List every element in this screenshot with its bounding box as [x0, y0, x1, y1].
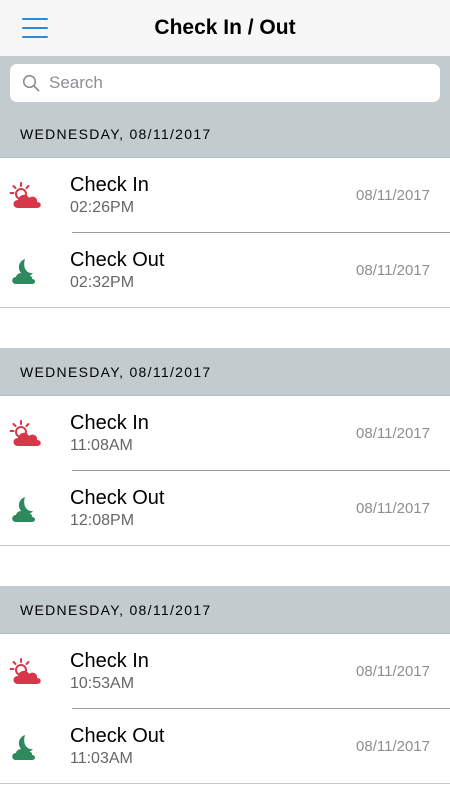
- sun-cloud-icon: [0, 181, 52, 211]
- entry-time: 11:03AM: [70, 750, 133, 767]
- moon-cloud-icon: [0, 256, 52, 286]
- entry-label: Check In: [70, 174, 149, 196]
- list-item[interactable]: Check In 02:26PM 08/11/2017: [0, 158, 450, 233]
- entry-date: 08/11/2017: [356, 425, 430, 442]
- entry-date: 08/11/2017: [356, 187, 430, 204]
- entry-date: 08/11/2017: [356, 738, 430, 755]
- entry-time: 11:08AM: [70, 437, 133, 454]
- section-header: WEDNESDAY, 08/11/2017: [0, 348, 450, 396]
- entry-time: 02:26PM: [70, 199, 135, 216]
- section-spacer: [0, 546, 450, 586]
- entry-label: Check Out: [70, 487, 165, 509]
- check-list: WEDNESDAY, 08/11/2017 Check In 02:26PM 0…: [0, 110, 450, 784]
- entry-label: Check Out: [70, 725, 165, 747]
- nav-bar: Check In / Out: [0, 0, 450, 56]
- section-header: WEDNESDAY, 08/11/2017: [0, 110, 450, 158]
- list-item[interactable]: Check Out 02:32PM 08/11/2017: [0, 233, 450, 308]
- list-item[interactable]: Check Out 12:08PM 08/11/2017: [0, 471, 450, 546]
- moon-cloud-icon: [0, 732, 52, 762]
- search-input[interactable]: [49, 73, 440, 93]
- entry-time: 12:08PM: [70, 512, 135, 529]
- entry-time: 10:53AM: [70, 675, 135, 692]
- list-item[interactable]: Check In 10:53AM 08/11/2017: [0, 634, 450, 709]
- row-divider: [0, 307, 450, 308]
- entry-time: 02:32PM: [70, 274, 135, 291]
- entry-label: Check In: [70, 650, 149, 672]
- search-bar: [0, 56, 450, 110]
- moon-cloud-icon: [0, 494, 52, 524]
- section-spacer: [0, 308, 450, 348]
- entry-date: 08/11/2017: [356, 500, 430, 517]
- entry-date: 08/11/2017: [356, 663, 430, 680]
- entry-label: Check In: [70, 412, 149, 434]
- sun-cloud-icon: [0, 657, 52, 687]
- hamburger-menu-icon[interactable]: [22, 18, 48, 38]
- entry-label: Check Out: [70, 249, 165, 271]
- search-icon: [22, 74, 40, 92]
- sun-cloud-icon: [0, 419, 52, 449]
- list-item[interactable]: Check Out 11:03AM 08/11/2017: [0, 709, 450, 784]
- list-item[interactable]: Check In 11:08AM 08/11/2017: [0, 396, 450, 471]
- row-divider: [0, 545, 450, 546]
- section-header: WEDNESDAY, 08/11/2017: [0, 586, 450, 634]
- search-field[interactable]: [10, 64, 440, 102]
- page-title: Check In / Out: [154, 16, 296, 39]
- row-divider: [0, 783, 450, 784]
- entry-date: 08/11/2017: [356, 262, 430, 279]
